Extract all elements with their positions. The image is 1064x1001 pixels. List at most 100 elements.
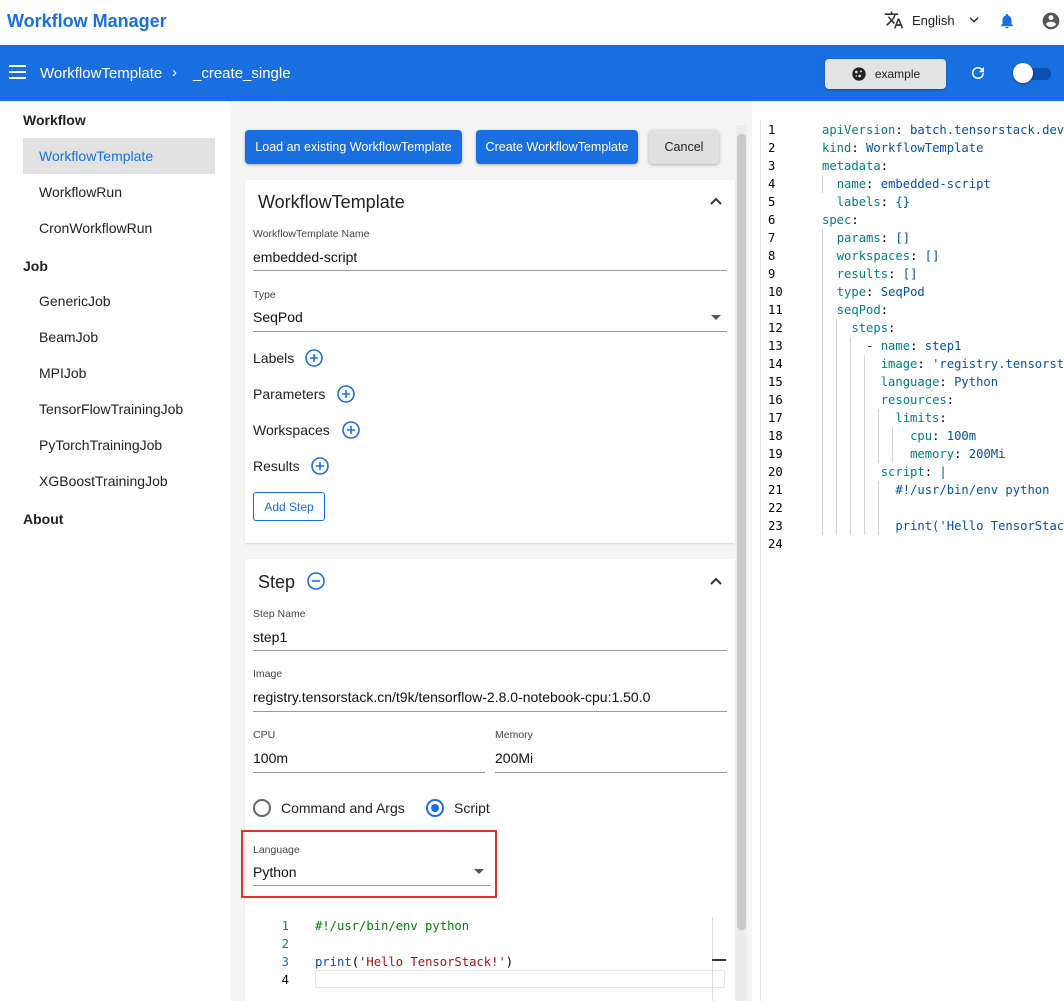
script-line-print: print('Hello TensorStack!')	[315, 955, 514, 969]
cookie-icon	[852, 67, 866, 81]
yaml-indent-guide	[850, 337, 851, 535]
yaml-line: cpu: 100m	[910, 429, 977, 443]
yaml-line: steps:	[851, 321, 896, 335]
yaml-line-number: 24	[768, 537, 783, 551]
template-name-label: WorkflowTemplate Name	[253, 228, 370, 240]
yaml-line: image: 'registry.tensorst	[880, 357, 1064, 371]
cpu-input[interactable]: 100m	[253, 750, 288, 766]
breadcrumb-current: _create_single	[193, 65, 291, 82]
toolbar: WorkflowTemplate › _create_single exampl…	[0, 45, 1064, 101]
yaml-line: resources:	[880, 393, 955, 407]
breadcrumb-separator: ›	[172, 64, 177, 81]
yaml-line: - name: step1	[822, 339, 962, 353]
account-icon[interactable]	[1041, 11, 1061, 31]
yaml-line-number: 8	[768, 249, 776, 263]
yaml-indent-guide	[878, 481, 879, 535]
remove-step-icon[interactable]	[307, 572, 325, 590]
menu-icon[interactable]	[9, 65, 26, 79]
add-label-icon[interactable]	[305, 349, 323, 367]
type-underline	[253, 331, 727, 332]
cpu-underline	[253, 772, 485, 773]
script-scroll-marker	[712, 959, 726, 961]
yaml-line-number: 16	[768, 393, 783, 407]
yaml-line-number: 2	[768, 141, 776, 155]
sidebar-item-workflowtemplate[interactable]: WorkflowTemplate	[23, 138, 215, 174]
image-input[interactable]: registry.tensorstack.cn/t9k/tensorflow-2…	[253, 689, 650, 705]
load-template-button[interactable]: Load an existing WorkflowTemplate	[245, 130, 462, 164]
toggle-thumb	[1013, 63, 1033, 83]
yaml-line: #!/usr/bin/env python	[822, 483, 1050, 497]
yaml-preview-panel[interactable]: 1 apiVersion: batch.tensorstack.dev 2 kind:…	[760, 120, 1064, 1001]
yaml-line: apiVersion: batch.tensorstack.dev	[822, 123, 1064, 137]
type-dropdown-icon[interactable]	[711, 315, 721, 320]
yaml-line-number: 11	[768, 303, 783, 317]
type-select[interactable]: SeqPod	[253, 309, 303, 325]
yaml-line-number: 1	[768, 123, 776, 137]
yaml-indent-guide	[836, 319, 837, 535]
template-name-input[interactable]: embedded-script	[253, 249, 357, 265]
yaml-line-number: 20	[768, 465, 783, 479]
yaml-line: kind: WorkflowTemplate	[822, 141, 984, 155]
memory-input[interactable]: 200Mi	[495, 750, 533, 766]
sidebar-section-workflow: Workflow	[23, 112, 86, 128]
collapse-chevron-icon[interactable]	[709, 195, 723, 207]
sidebar-item-xgboosttrainingjob[interactable]: XGBoostTrainingJob	[23, 463, 215, 499]
results-label: Results	[253, 458, 300, 474]
sidebar-item-cronworkflowrun[interactable]: CronWorkflowRun	[23, 210, 215, 246]
image-label: Image	[253, 668, 283, 680]
sidebar-section-about[interactable]: About	[23, 511, 63, 527]
cpu-label: CPU	[253, 729, 276, 741]
yaml-line: labels: {}	[836, 195, 911, 209]
sidebar-item-pytorchtrainingjob[interactable]: PyTorchTrainingJob	[23, 427, 215, 463]
sidebar-item-genericjob[interactable]: GenericJob	[23, 283, 215, 319]
sidebar: Workflow WorkflowTemplate WorkflowRun Cr…	[0, 101, 230, 1001]
add-step-button[interactable]: Add Step	[253, 492, 325, 521]
language-highlight-box	[241, 830, 497, 898]
yaml-line-number: 9	[768, 267, 776, 281]
yaml-indent-guide	[822, 175, 823, 193]
yaml-line: name: embedded-script	[836, 177, 991, 191]
image-underline	[253, 711, 727, 712]
language-selector[interactable]: English	[884, 10, 981, 30]
refresh-icon[interactable]	[969, 64, 987, 82]
script-label[interactable]: Script	[454, 800, 490, 816]
sidebar-item-workflowrun[interactable]: WorkflowRun	[23, 174, 215, 210]
step-collapse-chevron-icon[interactable]	[709, 575, 723, 587]
example-button[interactable]: example	[825, 59, 946, 89]
form-scrollbar-thumb[interactable]	[737, 134, 746, 930]
command-args-radio[interactable]	[253, 799, 271, 817]
yaml-line-number: 3	[768, 159, 776, 173]
sidebar-item-beamjob[interactable]: BeamJob	[23, 319, 215, 355]
step-card-title: Step	[258, 572, 296, 592]
script-line: #!/usr/bin/env python	[315, 919, 470, 933]
script-line-number: 2	[281, 937, 289, 951]
cancel-button[interactable]: Cancel	[649, 130, 719, 164]
script-line-number: 3	[281, 955, 289, 969]
breadcrumb-workflowtemplate[interactable]: WorkflowTemplate	[40, 65, 162, 82]
yaml-line: params: []	[836, 231, 911, 245]
theme-toggle[interactable]	[1013, 63, 1051, 83]
script-line-number: 4	[281, 973, 289, 987]
sidebar-section-job: Job	[23, 258, 48, 274]
create-template-button[interactable]: Create WorkflowTemplate	[476, 130, 638, 164]
yaml-line-number: 17	[768, 411, 783, 425]
command-args-label[interactable]: Command and Args	[281, 800, 405, 816]
sidebar-item-mpijob[interactable]: MPIJob	[23, 355, 215, 391]
add-parameter-icon[interactable]	[337, 385, 355, 403]
step-name-input[interactable]: step1	[253, 629, 287, 645]
yaml-line: seqPod:	[836, 303, 889, 317]
step-name-underline	[253, 650, 727, 651]
app-title[interactable]: Workflow Manager	[7, 11, 167, 32]
yaml-line-number: 10	[768, 285, 783, 299]
yaml-line: language: Python	[880, 375, 999, 389]
yaml-line: print('Hello TensorStac	[822, 519, 1064, 533]
workflowtemplate-card-title: WorkflowTemplate	[258, 192, 405, 212]
script-radio[interactable]	[426, 799, 444, 817]
yaml-line-number: 7	[768, 231, 776, 245]
notification-bell-icon[interactable]	[998, 11, 1016, 31]
sidebar-item-tensorflowtrainingjob[interactable]: TensorFlowTrainingJob	[23, 391, 215, 427]
add-workspace-icon[interactable]	[342, 421, 360, 439]
yaml-line-number: 13	[768, 339, 783, 353]
add-result-icon[interactable]	[311, 457, 329, 475]
yaml-line: script: |	[880, 465, 947, 479]
